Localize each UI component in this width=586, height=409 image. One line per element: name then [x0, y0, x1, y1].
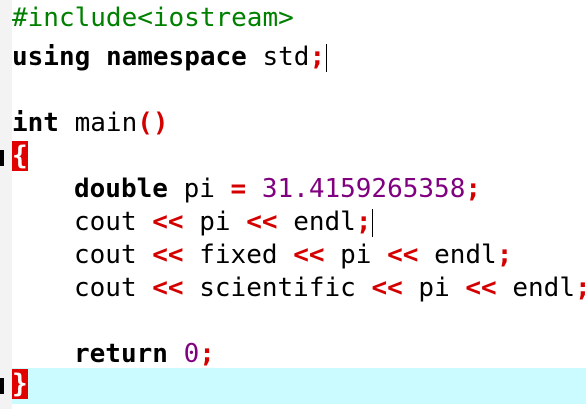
keyword-namespace: namespace	[105, 42, 247, 72]
gutter-marker	[0, 378, 4, 394]
keyword-return: return	[74, 339, 168, 369]
identifier-endl: endl	[434, 240, 497, 270]
identifier-fixed: fixed	[199, 240, 278, 270]
stream-operator: <<	[371, 273, 403, 303]
stream-operator: <<	[152, 207, 184, 237]
stream-operator: <<	[246, 207, 278, 237]
identifier-endl: endl	[293, 207, 356, 237]
code-line-7[interactable]: cout << pi << endl;	[12, 206, 586, 239]
identifier-cout: cout	[74, 273, 137, 303]
semicolon: ;	[309, 42, 326, 72]
semicolon: ;	[355, 207, 372, 237]
stream-operator: <<	[465, 273, 497, 303]
keyword-double: double	[74, 174, 168, 204]
semicolon: ;	[496, 240, 513, 270]
code-line-3[interactable]	[12, 74, 586, 107]
keyword-using: using	[12, 42, 91, 72]
stream-operator: <<	[152, 240, 184, 270]
code-line-12-current[interactable]: }	[12, 368, 586, 404]
number-literal: 31.4159265358	[261, 174, 466, 204]
identifier-scientific: scientific	[199, 273, 356, 303]
identifier-cout: cout	[74, 240, 137, 270]
semicolon: ;	[465, 174, 482, 204]
code-line-8[interactable]: cout << fixed << pi << endl;	[12, 239, 586, 272]
parentheses: ()	[137, 108, 169, 138]
stream-operator: <<	[293, 240, 325, 270]
code-line-10[interactable]	[12, 305, 586, 338]
assign-operator: =	[230, 174, 247, 204]
gutter-marker	[0, 150, 4, 166]
semicolon: ;	[575, 273, 586, 303]
identifier-pi: pi	[418, 273, 450, 303]
code-editor[interactable]: #include<iostream> using namespace std; …	[0, 0, 586, 409]
open-brace-match: {	[12, 141, 28, 171]
code-line-4[interactable]: int main()	[12, 107, 586, 140]
identifier-std: std	[262, 42, 310, 72]
identifier-pi: pi	[199, 207, 231, 237]
stream-operator: <<	[387, 240, 419, 270]
identifier-cout: cout	[74, 207, 137, 237]
identifier-endl: endl	[512, 273, 575, 303]
close-brace-match: }	[12, 369, 28, 399]
identifier-pi: pi	[340, 240, 372, 270]
code-line-2[interactable]: using namespace std;	[12, 41, 586, 74]
text-caret	[326, 43, 328, 72]
semicolon: ;	[199, 339, 215, 369]
code-line-1[interactable]: #include<iostream>	[12, 2, 586, 35]
function-name-main: main	[74, 108, 138, 138]
identifier-pi: pi	[183, 174, 215, 204]
number-literal: 0	[183, 339, 200, 369]
text-caret	[372, 208, 374, 237]
code-line-11[interactable]: return 0;	[12, 338, 586, 371]
stream-operator: <<	[152, 273, 184, 303]
code-line-5[interactable]: {	[12, 140, 586, 173]
keyword-int: int	[12, 108, 59, 138]
code-line-6[interactable]: double pi = 31.4159265358;	[12, 173, 586, 206]
include-directive: #include<iostream>	[12, 3, 294, 33]
editor-gutter	[0, 0, 12, 409]
code-line-9[interactable]: cout << scientific << pi << endl;	[12, 272, 586, 305]
